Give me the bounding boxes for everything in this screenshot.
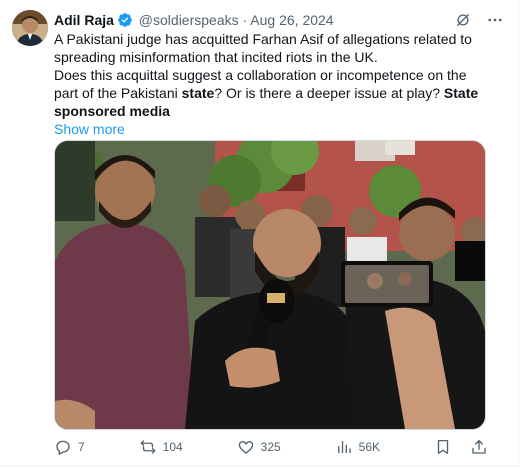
header-separator: · xyxy=(242,12,248,28)
reply-count: 7 xyxy=(78,440,85,454)
tweet-paragraph-2: Does this acquittal suggest a collaborat… xyxy=(54,66,494,120)
like-icon xyxy=(238,441,253,454)
grok-icon[interactable] xyxy=(454,11,472,29)
tweet-card[interactable]: Adil Raja @soldierspeaks · Aug 26, 2024 … xyxy=(0,0,519,467)
tweet-photo[interactable] xyxy=(54,140,486,430)
action-bar: 7 104 325 56K xyxy=(54,436,488,458)
secondary-actions xyxy=(434,438,488,456)
author-name[interactable]: Adil Raja xyxy=(54,12,114,28)
repost-button[interactable]: 104 xyxy=(139,438,183,456)
share-icon[interactable] xyxy=(470,438,488,456)
like-button[interactable]: 325 xyxy=(237,438,281,456)
like-count: 325 xyxy=(260,440,281,454)
show-more-link[interactable]: Show more xyxy=(54,121,125,137)
tweet-text: A Pakistani judge has acquitted Farhan A… xyxy=(54,30,494,138)
tweet-date[interactable]: Aug 26, 2024 xyxy=(250,12,333,28)
tweet-header: Adil Raja @soldierspeaks · Aug 26, 2024 xyxy=(54,10,508,30)
more-icon[interactable] xyxy=(486,11,504,29)
tweet-text-bold: state xyxy=(181,85,215,101)
repost-icon xyxy=(140,440,156,454)
reply-icon xyxy=(56,440,70,456)
views-count: 56K xyxy=(358,440,381,454)
repost-count: 104 xyxy=(162,440,183,454)
bookmark-icon[interactable] xyxy=(434,438,452,456)
author-handle[interactable]: @soldierspeaks xyxy=(139,12,239,28)
header-actions xyxy=(454,10,504,30)
reply-button[interactable]: 7 xyxy=(54,438,85,456)
avatar[interactable] xyxy=(12,10,48,46)
tweet-paragraph-1: A Pakistani judge has acquitted Farhan A… xyxy=(54,31,472,65)
verified-icon xyxy=(118,13,132,27)
views-icon xyxy=(337,441,351,453)
tweet-text-segment: ? Or is there a deeper issue at play? xyxy=(214,85,444,101)
views-button[interactable]: 56K xyxy=(335,438,380,456)
